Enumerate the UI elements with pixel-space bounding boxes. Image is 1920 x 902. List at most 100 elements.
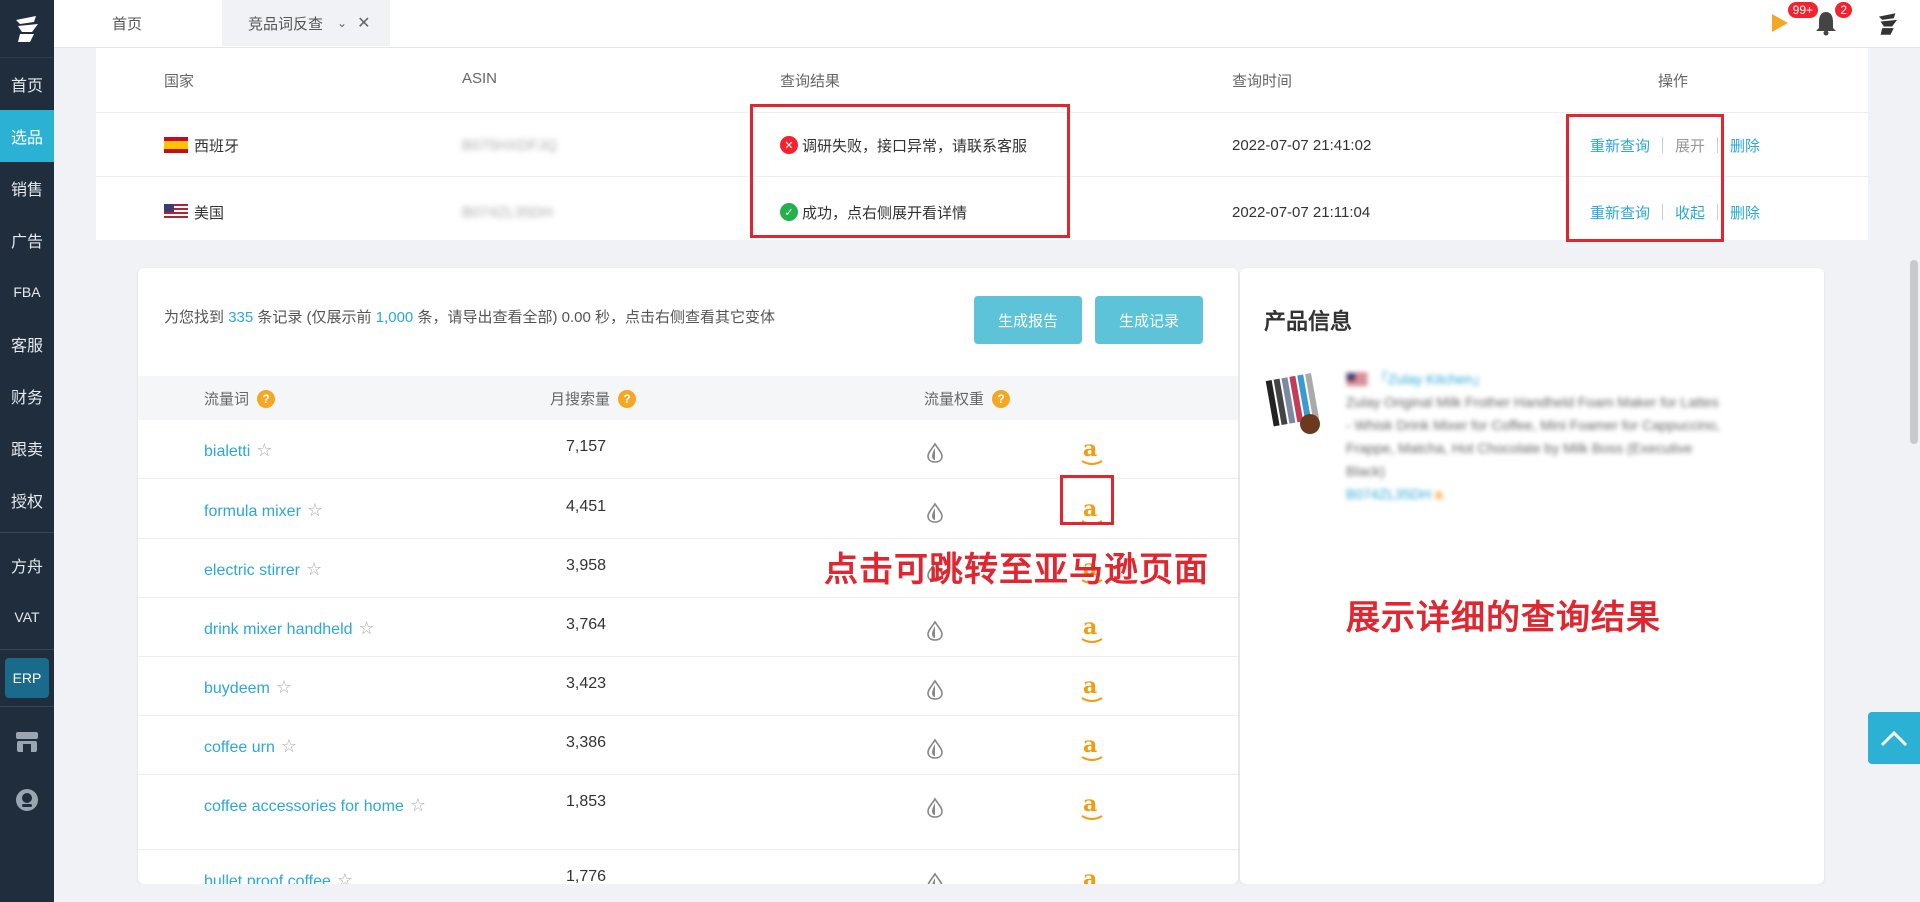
monthly-volume: 3,958 (565, 557, 607, 574)
tab-home[interactable]: 首页 (112, 0, 142, 46)
bell-icon[interactable] (1814, 10, 1838, 36)
traffic-weight-icon (927, 797, 943, 818)
keyword-panel: 为您找到 335 条记录 (仅展示前 1,000 条，请导出查看全部) 0.00… (138, 268, 1238, 884)
nav-ark[interactable]: 方舟 (0, 539, 54, 591)
chevron-up-icon (1880, 730, 1908, 747)
keyword-text[interactable]: coffee urn (204, 739, 275, 756)
amazon-icon[interactable]: a (1081, 673, 1103, 702)
nav-authorize[interactable]: 授权 (0, 474, 54, 526)
actions-highlight-box (1566, 114, 1724, 242)
amazon-icon[interactable]: a (1081, 436, 1103, 465)
traffic-weight-icon (927, 872, 943, 884)
nav-service[interactable]: 客服 (0, 318, 54, 370)
bottom-strip (54, 884, 1920, 902)
col-label: 月搜索量 (550, 391, 611, 408)
keyword-text[interactable]: formula mixer (204, 503, 301, 520)
delete-button[interactable]: 删除 (1730, 135, 1760, 156)
nav-ads[interactable]: 广告 (0, 214, 54, 266)
keyword-link[interactable]: coffee accessories for home ☆ (204, 793, 444, 819)
amazon-glyph: a (1083, 791, 1098, 817)
amazon-icon[interactable]: a (1081, 614, 1103, 643)
logo-icon (16, 15, 38, 42)
nav-sales[interactable]: 销售 (0, 162, 54, 214)
amazon-glyph: a (1083, 614, 1098, 640)
star-icon[interactable]: ☆ (410, 795, 426, 815)
nav-follow-sell[interactable]: 跟卖 (0, 422, 54, 474)
us-flag-icon (164, 204, 188, 220)
scrollbar[interactable] (1910, 260, 1918, 444)
keyword-text[interactable]: bialetti (204, 443, 250, 460)
user-avatar-icon[interactable] (1874, 10, 1902, 38)
col-asin: ASIN (462, 70, 498, 87)
nav-finance[interactable]: 财务 (0, 370, 54, 422)
nav-fba[interactable]: FBA (0, 266, 54, 318)
country-name: 美国 (194, 204, 225, 222)
amazon-icon[interactable]: a (1435, 486, 1443, 502)
product-asin-link[interactable]: B074ZL35DH (1346, 486, 1431, 502)
keyword-link[interactable]: drink mixer handheld ☆ (204, 616, 444, 642)
nav-vat[interactable]: VAT (0, 591, 54, 643)
nav-divider (0, 706, 54, 707)
flag-icon[interactable] (1770, 12, 1790, 34)
star-icon[interactable]: ☆ (307, 500, 323, 520)
col-ops: 操作 (1658, 73, 1689, 90)
star-icon[interactable]: ☆ (281, 736, 297, 756)
table-row: coffee urn ☆ 3,386 a (138, 716, 1238, 775)
nav-home[interactable]: 首页 (0, 58, 54, 110)
store-icon[interactable] (0, 713, 54, 771)
keyword-text[interactable]: coffee accessories for home (204, 798, 404, 815)
close-icon[interactable]: ✕ (357, 13, 370, 33)
keyword-text[interactable]: bullet proof coffee (204, 873, 331, 884)
amazon-smile-icon (1081, 697, 1103, 702)
keyword-link[interactable]: buydeem ☆ (204, 675, 444, 701)
amazon-highlight-box (1060, 475, 1114, 525)
star-icon[interactable]: ☆ (359, 618, 375, 638)
record-limit: 1,000 (375, 309, 414, 326)
help-icon[interactable]: ? (257, 389, 276, 408)
generate-record-button[interactable]: 生成记录 (1095, 296, 1203, 344)
keyword-text[interactable]: buydeem (204, 680, 270, 697)
back-to-top-button[interactable] (1868, 712, 1920, 764)
product-description: Zulay Original Milk Frother Handheld Foa… (1346, 394, 1720, 479)
table-row-country: 美国 (164, 197, 224, 227)
amazon-smile-icon (1081, 460, 1103, 465)
monthly-volume: 1,776 (565, 868, 607, 884)
us-flag-icon (1346, 372, 1368, 387)
help-icon[interactable]: ? (618, 389, 637, 408)
app-logo[interactable] (0, 0, 54, 58)
product-image[interactable] (1264, 370, 1330, 436)
amazon-icon[interactable]: a (1081, 732, 1103, 761)
keyword-link[interactable]: formula mixer ☆ (204, 498, 444, 524)
amazon-icon[interactable]: a (1083, 866, 1097, 884)
support-icon[interactable] (0, 771, 54, 829)
table-row-country: 西班牙 (164, 130, 239, 160)
generate-report-button[interactable]: 生成报告 (974, 296, 1082, 344)
star-icon[interactable]: ☆ (256, 440, 272, 460)
brand-link[interactable]: 「Zulay Kitchen」 (1374, 368, 1487, 391)
table-row: buydeem ☆ 3,423 a (138, 657, 1238, 716)
star-icon[interactable]: ☆ (337, 870, 353, 884)
chevron-down-icon[interactable]: ⌄ (337, 16, 347, 30)
keyword-link[interactable]: electric stirrer ☆ (204, 557, 444, 583)
star-icon[interactable]: ☆ (306, 559, 322, 579)
keyword-text[interactable]: electric stirrer (204, 562, 300, 579)
erp-button[interactable]: ERP (5, 658, 49, 698)
traffic-weight-icon (927, 679, 943, 700)
traffic-weight-icon (927, 620, 943, 641)
monthly-volume: 3,764 (565, 616, 607, 633)
help-icon[interactable]: ? (992, 389, 1011, 408)
star-icon[interactable]: ☆ (276, 677, 292, 697)
delete-button[interactable]: 删除 (1730, 202, 1760, 223)
amazon-glyph: a (1083, 673, 1098, 699)
monthly-volume: 1,853 (565, 793, 607, 810)
keyword-link[interactable]: bialetti ☆ (204, 438, 444, 464)
monthly-volume: 4,451 (565, 498, 607, 515)
keyword-link[interactable]: bullet proof coffee ☆ (204, 868, 444, 884)
keyword-link[interactable]: coffee urn ☆ (204, 734, 444, 760)
amazon-icon[interactable]: a (1081, 791, 1103, 820)
nav-product-selection[interactable]: 选品 (0, 110, 54, 162)
keyword-text[interactable]: drink mixer handheld (204, 621, 353, 638)
tab-competitor-keyword[interactable]: 竞品词反查 ⌄ ✕ (222, 0, 390, 46)
annotation-amazon-jump: 点击可跳转至亚马逊页面 (824, 550, 1209, 590)
nav-divider (0, 649, 54, 650)
